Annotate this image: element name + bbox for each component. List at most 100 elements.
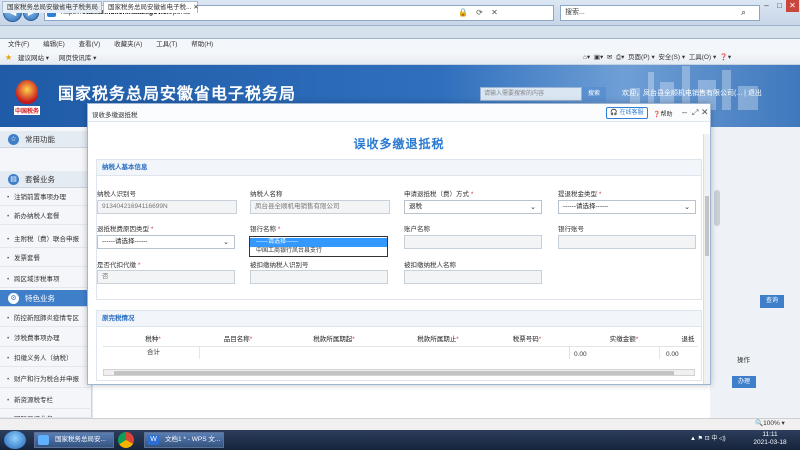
welcome-text[interactable]: 欢迎，凤台县全顺机电销售有限公司(... | 退出 (622, 88, 762, 98)
total-label: 合计 (147, 349, 160, 356)
gear-icon: ⚙ (8, 293, 19, 304)
close-icon[interactable]: ✕ (701, 107, 709, 118)
menu-bar: 文件(F) 编辑(E) 查看(V) 收藏夹(A) 工具(T) 帮助(H) (0, 39, 800, 51)
clock-time: 11:11 (762, 431, 778, 438)
system-tray[interactable]: ▲ ⚑ ⊡ 中 ◁) (690, 433, 726, 442)
tab-active[interactable]: 国家税务总局安徽省电子税... ✕ (103, 1, 199, 13)
menu-tools[interactable]: 工具(T) (156, 41, 177, 48)
menu-view[interactable]: 查看(V) (79, 41, 101, 48)
start-icon[interactable] (4, 431, 26, 449)
browser-search-input[interactable]: 搜索... (560, 5, 760, 21)
is-withhold-field: 否 (97, 270, 235, 284)
sidebar-group-packages[interactable]: ▤ 套餐业务 (0, 171, 92, 188)
sidebar-group-common[interactable]: ☆ 常用功能 (0, 131, 92, 148)
select-value: 退税 (409, 203, 422, 210)
reason-type-label: 退抵税费原因类型 * (97, 226, 154, 233)
sidebar-item[interactable]: 注销前置事项办理 (0, 190, 92, 206)
tab-portal[interactable]: 国家税务总局安徽省电子税务局 (2, 1, 102, 13)
close-icon[interactable]: ✕ (786, 0, 799, 12)
tab-close-icon[interactable]: ✕ (193, 4, 198, 11)
tab-label: 国家税务总局安徽省电子税... (108, 4, 192, 11)
home-icon[interactable]: ⌂▾ (583, 54, 590, 61)
site-search-input[interactable]: 请输入需要搜索的内容 (480, 87, 582, 101)
background-op-header: 操作 (737, 357, 750, 364)
help-button[interactable]: ❓帮助 (653, 109, 672, 118)
clock[interactable]: 11:11 2021-03-18 (740, 431, 800, 447)
col-refund: 退抵 (681, 336, 695, 343)
tab-label: 国家税务总局安徽省电子税务局 (7, 4, 98, 11)
url-actions[interactable]: 🔒 ⟳ ✕ (458, 5, 501, 21)
bank-option[interactable]: 中国工商银行凤台县支行 (250, 247, 387, 256)
sidebar-item[interactable]: 财产和行为税合并申报 (0, 372, 92, 388)
command-bar: ⌂▾ ▣▾ ✉ ⎙▾ 页面(P) ▾ 安全(S) ▾ 工具(O) ▾ ❓▾ (583, 51, 731, 65)
tax-emblem-icon (16, 80, 38, 104)
refund-method-label: 申请退抵税（费）方式 * (404, 191, 474, 198)
taxpayer-name-label: 纳税人名称 (250, 191, 283, 198)
sidebar-item[interactable]: 新办纳税人套餐 (0, 209, 92, 225)
col-ticket-no: 税票号码* (512, 336, 542, 343)
minimize-icon[interactable]: – (682, 107, 687, 117)
online-service-button[interactable]: 🎧 在线客服 (606, 107, 648, 119)
print-icon[interactable]: ⎙▾ (616, 54, 624, 61)
star-icon: ☆ (8, 134, 19, 145)
refund-method-select[interactable]: 退税 ⌄ (404, 200, 542, 214)
sidebar-item[interactable]: 跨区域涉税事项 (0, 272, 92, 288)
table-horizontal-scrollbar[interactable] (103, 369, 695, 376)
menu-file[interactable]: 文件(F) (8, 41, 29, 48)
sidebar-group-label: 特色业务 (25, 294, 55, 303)
total-paid-value: 0.00 (574, 351, 587, 358)
zoom-level[interactable]: 🔍100% ▾ (755, 419, 785, 427)
modal-vertical-scrollbar[interactable] (703, 134, 710, 384)
sidebar-item[interactable]: 防控新冠肺炎疫情专区 (0, 311, 92, 327)
col-item-name: 品目名称* (223, 336, 253, 343)
taxpayer-id-field: 91340421694116699N (97, 200, 237, 214)
safety-menu[interactable]: 安全(S) ▾ (658, 54, 685, 61)
bank-option[interactable]: ------请选择------ (250, 238, 387, 247)
background-query-button[interactable]: 查询 (760, 295, 784, 308)
scrollbar-thumb[interactable] (705, 196, 709, 256)
chevron-down-icon: ⌄ (223, 239, 229, 246)
sidebar-item[interactable]: 涉税费事项办理 (0, 331, 92, 347)
taxpayer-name-field: 凤台县全顺机电销售有限公司 (250, 200, 390, 214)
bank-label: 银行名称 * (250, 226, 281, 233)
maximize-icon[interactable]: □ (773, 0, 786, 12)
reason-type-select[interactable]: ------请选择------ ⌄ (97, 235, 235, 249)
account-name-label: 账户名称 (404, 226, 430, 233)
fav-webslice[interactable]: 网页快讯库 ▾ (59, 55, 97, 62)
help-menu[interactable]: ❓▾ (720, 54, 731, 61)
chrome-icon[interactable] (118, 432, 134, 448)
background-handle-button[interactable]: 办理 (732, 376, 756, 388)
tab-strip (0, 26, 800, 39)
refund-type-label: 提退税金类型 * (558, 191, 602, 198)
sidebar-item[interactable]: 扣缴义务人（纳税） (0, 351, 92, 367)
refund-modal: 误收多缴退抵税 🎧 在线客服 ❓帮助 – ⤢ ✕ 误收多缴退抵税 纳税人基本信息… (87, 103, 711, 385)
status-bar (0, 418, 800, 430)
maximize-icon[interactable]: ⤢ (692, 108, 698, 118)
search-icon[interactable]: ⌕ (741, 7, 746, 18)
background-scrollbar[interactable] (714, 190, 720, 226)
sidebar-item[interactable]: 主附税（费）联合申报 (0, 232, 92, 248)
favorites-star-icon[interactable]: ★ (5, 53, 12, 62)
withheld-id-label: 被扣缴纳税人识别号 (250, 262, 309, 269)
col-tax-type: 税种* (145, 336, 161, 343)
menu-edit[interactable]: 编辑(E) (43, 41, 65, 48)
scrollbar-thumb[interactable] (114, 371, 674, 375)
tools-menu[interactable]: 工具(O) ▾ (689, 54, 716, 61)
sidebar-item[interactable]: 发票套餐 (0, 251, 92, 267)
page-menu[interactable]: 页面(P) ▾ (628, 54, 655, 61)
account-no-label: 银行账号 (558, 226, 584, 233)
bank-dropdown-list[interactable]: ------请选择------ 中国工商银行凤台县支行 (249, 236, 388, 257)
feeds-icon[interactable]: ▣▾ (594, 54, 603, 61)
select-value: ------请选择------ (102, 238, 148, 245)
fav-suggested[interactable]: 建议网站 ▾ (18, 55, 49, 62)
sidebar-group-featured[interactable]: ⚙ 特色业务 (0, 290, 92, 307)
minimize-icon[interactable]: – (760, 0, 773, 12)
col-paid-amount: 实缴金额* (609, 336, 639, 343)
refund-type-select[interactable]: ------请选择------ ⌄ (558, 200, 696, 214)
menu-favorites[interactable]: 收藏夹(A) (114, 41, 142, 48)
ie-icon (38, 435, 49, 445)
sidebar-item[interactable]: 新资源税专栏 (0, 393, 92, 409)
site-search-button[interactable]: 搜索 (582, 87, 606, 101)
mail-icon[interactable]: ✉ (607, 54, 612, 61)
menu-help[interactable]: 帮助(H) (191, 41, 213, 48)
